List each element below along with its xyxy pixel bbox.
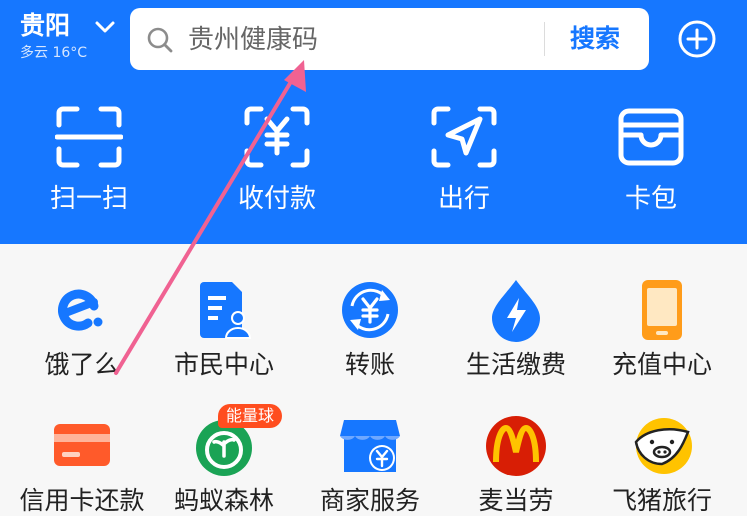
service-credit-card[interactable]: 信用卡还款 xyxy=(7,412,157,516)
service-eleme[interactable]: 饿了么 xyxy=(7,276,157,380)
service-label: 转账 xyxy=(344,350,395,379)
credit-card-icon xyxy=(54,424,110,466)
service-label: 饿了么 xyxy=(44,350,120,379)
service-merchant[interactable]: 商家服务 xyxy=(295,412,445,516)
quick-action-travel[interactable]: 出行 xyxy=(389,105,539,215)
service-label: 商家服务 xyxy=(319,486,420,515)
quick-action-payment[interactable]: 收付款 xyxy=(202,105,352,215)
eleme-icon xyxy=(58,289,103,331)
service-utility-payment[interactable]: 生活缴费 xyxy=(441,276,591,380)
recharge-center-icon xyxy=(642,280,682,340)
quick-action-label: 扫一扫 xyxy=(49,184,128,214)
travel-icon xyxy=(431,106,497,168)
chevron-down-icon xyxy=(95,21,115,33)
service-transfer[interactable]: 转账 xyxy=(295,276,445,380)
service-citizen-center[interactable]: 市民中心 xyxy=(149,276,299,380)
weather-text: 多云 16°C xyxy=(20,45,88,61)
quick-action-label: 卡包 xyxy=(624,184,677,214)
service-mcdonalds[interactable]: 麦当劳 xyxy=(441,412,591,516)
scan-icon xyxy=(55,106,123,168)
city-selector[interactable]: 贵阳 多云 16°C xyxy=(20,10,115,62)
energy-badge: 能量球 xyxy=(218,404,283,428)
service-label: 充值中心 xyxy=(611,350,712,379)
service-label: 信用卡还款 xyxy=(19,486,145,515)
quick-action-scan[interactable]: 扫一扫 xyxy=(14,105,164,215)
service-label: 飞猪旅行 xyxy=(611,486,712,515)
service-fliggy[interactable]: 飞猪旅行 xyxy=(587,412,737,516)
utility-payment-icon xyxy=(492,280,540,342)
search-button[interactable]: 搜索 xyxy=(554,18,636,60)
search-bar[interactable]: 搜索 xyxy=(130,8,660,70)
search-icon xyxy=(147,27,173,53)
service-label: 麦当劳 xyxy=(478,486,554,515)
add-icon[interactable] xyxy=(676,18,718,60)
search-divider xyxy=(544,22,545,56)
quick-action-card-wallet[interactable]: 卡包 xyxy=(576,105,726,215)
quick-action-label: 出行 xyxy=(437,184,490,214)
service-ant-forest[interactable]: 能量球 蚂蚁森林 xyxy=(149,404,299,516)
service-recharge-center[interactable]: 充值中心 xyxy=(587,276,737,380)
header-bar: 贵阳 多云 16°C 搜索 扫一扫 xyxy=(0,0,747,244)
mcdonalds-icon xyxy=(486,416,546,476)
fliggy-icon xyxy=(634,418,692,474)
service-label: 蚂蚁森林 xyxy=(173,486,274,515)
merchant-service-icon xyxy=(340,420,400,472)
payment-code-icon xyxy=(244,106,310,168)
card-wallet-icon xyxy=(618,108,684,166)
service-label: 生活缴费 xyxy=(465,350,566,379)
city-name: 贵阳 xyxy=(20,11,71,40)
citizen-center-icon xyxy=(200,282,252,339)
quick-action-label: 收付款 xyxy=(237,184,316,214)
transfer-icon xyxy=(342,282,398,338)
service-label: 市民中心 xyxy=(173,350,274,379)
